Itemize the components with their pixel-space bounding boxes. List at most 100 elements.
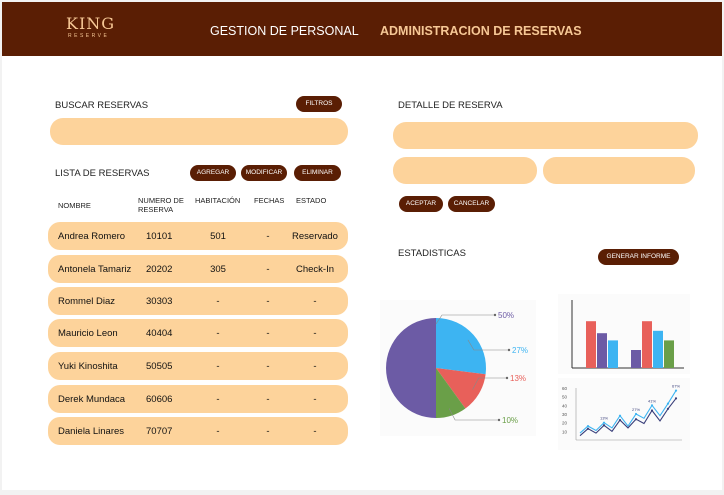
reservation-row[interactable]: Mauricio Leon 40404 - - - — [48, 319, 348, 347]
reservation-row[interactable]: Derek Mundaca 60606 - - - — [48, 385, 348, 413]
line-point-label: 67% — [672, 384, 680, 389]
row-status: Check-In — [295, 264, 334, 275]
reservation-row[interactable]: Rommel Diaz 30303 - - - — [48, 287, 348, 315]
pie-slice-label: 50% — [498, 311, 514, 320]
pie-leader-dot — [493, 313, 497, 317]
row-status: - — [313, 426, 317, 437]
line-y-tick: 40 — [562, 403, 568, 408]
row-name: Andrea Romero — [58, 231, 126, 242]
line-point — [674, 397, 678, 400]
row-dates: - — [266, 296, 270, 307]
app-window: KING RESERVE GESTION DE PERSONAL ADMINIS… — [2, 2, 722, 490]
pie-slice-label: 13% — [510, 374, 526, 383]
top-navbar: KING RESERVE GESTION DE PERSONAL ADMINIS… — [2, 2, 722, 56]
delete-button[interactable]: ELIMINAR — [294, 165, 341, 181]
row-name: Antonela Tamariz — [58, 264, 132, 275]
bar — [664, 340, 674, 368]
bar — [597, 333, 607, 368]
row-status: - — [313, 394, 317, 405]
line-chart-panel: 60 50 40 30 20 10 13% 27% 41% 67% — [558, 378, 690, 450]
column-header-numero-reserva: NUMERO DE RESERVA — [138, 196, 184, 214]
row-room: - — [216, 328, 220, 339]
row-room: - — [216, 426, 220, 437]
accept-button[interactable]: ACEPTAR — [399, 196, 443, 212]
row-name: Daniela Linares — [58, 426, 125, 437]
line-point — [650, 404, 654, 407]
line-point — [650, 409, 654, 412]
row-dates: - — [266, 231, 270, 242]
line-point — [666, 407, 670, 410]
filters-button[interactable]: FILTROS — [296, 96, 342, 112]
row-name: Yuki Kinoshita — [58, 361, 118, 372]
edit-button[interactable]: MODIFICAR — [241, 165, 287, 181]
pie-leader-dot — [507, 348, 511, 352]
bar-chart — [571, 300, 684, 369]
row-name: Mauricio Leon — [58, 328, 118, 339]
nav-administracion-reservas[interactable]: ADMINISTRACION DE RESERVAS — [380, 24, 582, 38]
search-section-title: BUSCAR RESERVAS — [55, 100, 149, 111]
pie-chart-panel: 50% 27% 13% 10% — [380, 300, 536, 436]
reservation-row[interactable]: Daniela Linares 70707 - - - — [48, 417, 348, 445]
row-number: 10101 — [146, 231, 173, 242]
row-status: - — [313, 328, 317, 339]
king-reserve-logo[interactable]: KING RESERVE — [66, 16, 115, 40]
line-point — [586, 427, 590, 430]
bar — [653, 330, 663, 368]
bar — [631, 350, 641, 368]
line-point — [634, 418, 638, 421]
row-room: - — [216, 394, 220, 405]
row-room: 305 — [210, 264, 226, 275]
line-point — [586, 425, 590, 428]
line-point — [666, 402, 670, 405]
row-dates: - — [266, 361, 270, 372]
row-number: 20202 — [146, 264, 173, 275]
row-number: 70707 — [146, 426, 173, 437]
detail-input-left[interactable] — [393, 157, 537, 184]
add-button[interactable]: AGREGAR — [190, 165, 236, 181]
detail-input-right[interactable] — [543, 157, 695, 184]
nav-gestion-personal[interactable]: GESTION DE PERSONAL — [210, 24, 359, 38]
line-point-label: 41% — [648, 398, 656, 403]
bar-chart-panel — [558, 294, 690, 374]
stats-section-title: ESTADISTICAS — [398, 248, 466, 259]
generate-report-button[interactable]: GENERAR INFORME — [598, 249, 679, 265]
pie-slice — [436, 318, 487, 375]
row-status: Reservado — [292, 231, 338, 242]
pie-chart: 50% 27% 13% 10% — [386, 311, 528, 425]
pie-slice — [386, 318, 436, 418]
row-dates: - — [266, 426, 270, 437]
row-number: 60606 — [146, 394, 173, 405]
reservation-row[interactable]: Andrea Romero 10101 501 - Reservado — [48, 222, 348, 250]
line-y-tick: 20 — [562, 421, 568, 426]
line-point-label: 27% — [632, 407, 640, 412]
row-number: 40404 — [146, 328, 173, 339]
bar — [642, 321, 652, 368]
row-dates: - — [266, 264, 270, 275]
row-status: - — [313, 296, 317, 307]
line-point — [618, 414, 622, 417]
row-name: Derek Mundaca — [58, 394, 126, 405]
cancel-button[interactable]: CANCELAR — [448, 196, 495, 212]
line-point — [618, 418, 622, 422]
row-dates: - — [266, 328, 270, 339]
detail-input-main[interactable] — [393, 122, 698, 149]
row-room: 501 — [210, 231, 226, 242]
row-number: 50505 — [146, 361, 173, 372]
line-point — [674, 389, 678, 392]
column-header-estado: ESTADO — [296, 196, 327, 205]
row-number: 30303 — [146, 296, 173, 307]
pie-slice-label: 10% — [502, 416, 518, 425]
line-y-tick: 50 — [562, 395, 568, 400]
reservation-row[interactable]: Antonela Tamariz 20202 305 - Check-In — [48, 255, 348, 283]
row-dates: - — [266, 394, 270, 405]
pie-leader-dot — [497, 418, 501, 422]
bar — [586, 321, 596, 368]
pie-leader-dot — [505, 376, 509, 380]
reservation-row[interactable]: Yuki Kinoshita 50505 - - - — [48, 352, 348, 380]
list-section-title: LISTA DE RESERVAS — [55, 168, 150, 179]
line-series — [579, 390, 677, 434]
row-room: - — [216, 361, 220, 372]
search-input[interactable] — [50, 118, 348, 145]
detail-section-title: DETALLE DE RESERVA — [398, 100, 503, 111]
line-y-tick: 10 — [562, 429, 568, 434]
